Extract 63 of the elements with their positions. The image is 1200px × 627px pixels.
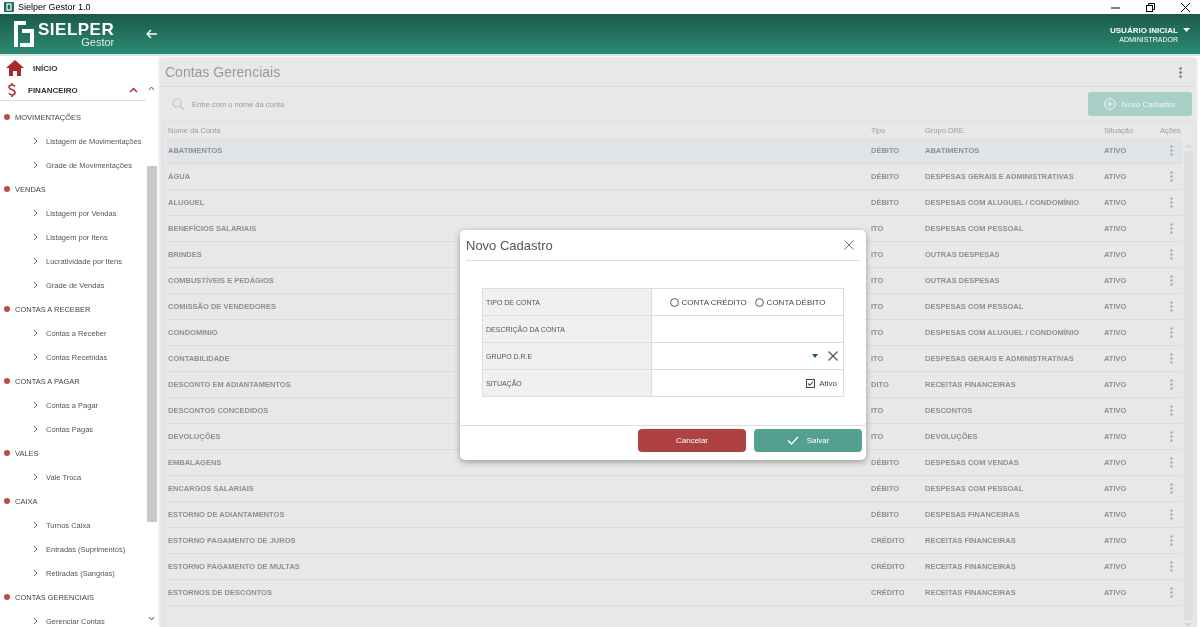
page-title: Contas Gerenciais xyxy=(165,64,282,80)
more-vertical-icon[interactable] xyxy=(1169,561,1173,572)
chevron-right-icon xyxy=(33,569,38,577)
chevron-right-icon xyxy=(33,233,38,241)
active-checkbox[interactable]: Ativo xyxy=(806,378,837,388)
scroll-down-icon xyxy=(1185,622,1192,627)
more-vertical-icon[interactable] xyxy=(1169,379,1173,390)
dialog-title: Novo Cadastro xyxy=(466,237,554,253)
more-vertical-icon[interactable] xyxy=(1169,457,1173,468)
plus-circle-icon xyxy=(1103,98,1116,110)
more-vertical-icon[interactable] xyxy=(1169,353,1173,364)
chevron-right-icon xyxy=(33,257,38,265)
more-vertical-icon[interactable] xyxy=(1169,535,1173,546)
close-icon[interactable] xyxy=(1181,2,1190,12)
more-vertical-icon[interactable] xyxy=(1169,587,1173,598)
nav-item[interactable]: INÍCIO xyxy=(0,56,146,80)
product-name: Gestor xyxy=(81,36,115,48)
chevron-right-icon xyxy=(33,329,38,337)
more-vertical-icon[interactable] xyxy=(1169,405,1173,416)
chevron-right-icon xyxy=(33,353,38,361)
chevron-right-icon xyxy=(33,617,38,625)
more-vertical-icon[interactable] xyxy=(1169,197,1173,208)
chevron-right-icon xyxy=(33,137,38,145)
more-vertical-icon[interactable] xyxy=(1169,509,1173,520)
more-vertical-icon[interactable] xyxy=(1169,223,1173,234)
back-arrow-icon[interactable] xyxy=(146,29,159,39)
caret-icon xyxy=(1183,28,1190,32)
check-icon xyxy=(786,436,799,445)
more-vertical-icon[interactable] xyxy=(1169,327,1173,338)
chevron-right-icon xyxy=(33,401,38,409)
user-menu[interactable]: USUÁRIO INICIAL xyxy=(1110,25,1190,35)
logo-icon xyxy=(14,21,34,47)
chevron-right-icon xyxy=(33,521,38,529)
more-vertical-icon[interactable] xyxy=(1169,145,1173,156)
scroll-down-icon xyxy=(148,616,155,621)
scrollbar[interactable] xyxy=(146,86,157,621)
chevron-right-icon xyxy=(33,209,38,217)
more-vertical-icon[interactable] xyxy=(1169,249,1173,260)
chevron-right-icon xyxy=(33,161,38,169)
search-icon xyxy=(172,98,184,110)
radio-option[interactable]: CONTA DÉBITO xyxy=(754,297,826,307)
more-vertical-icon[interactable] xyxy=(1169,483,1173,494)
cancel-button[interactable]: Cancelar xyxy=(638,429,746,452)
brand-name: SIELPER xyxy=(38,20,115,38)
chevron-right-icon xyxy=(33,545,38,553)
more-vertical-icon[interactable] xyxy=(1179,66,1182,78)
more-vertical-icon[interactable] xyxy=(1169,431,1173,442)
radio-option[interactable]: CONTA CRÉDITO xyxy=(669,297,747,307)
restore-icon[interactable] xyxy=(1146,2,1155,12)
scroll-up-icon xyxy=(148,86,155,91)
more-vertical-icon[interactable] xyxy=(1169,301,1173,312)
scroll-up-icon xyxy=(1185,144,1192,149)
dropdown-caret-icon xyxy=(812,353,818,358)
chevron-right-icon xyxy=(33,473,38,481)
more-vertical-icon[interactable] xyxy=(1169,275,1173,286)
chevron-right-icon xyxy=(33,425,38,433)
dollar-icon xyxy=(8,83,16,97)
chevron-right-icon xyxy=(33,281,38,289)
window-title: Sielper Gestor 1.0 xyxy=(18,2,91,12)
home-icon xyxy=(6,60,24,76)
more-vertical-icon[interactable] xyxy=(1169,171,1173,182)
clear-icon[interactable] xyxy=(828,351,838,361)
nav-item[interactable]: FINANCEIRO xyxy=(0,80,146,101)
